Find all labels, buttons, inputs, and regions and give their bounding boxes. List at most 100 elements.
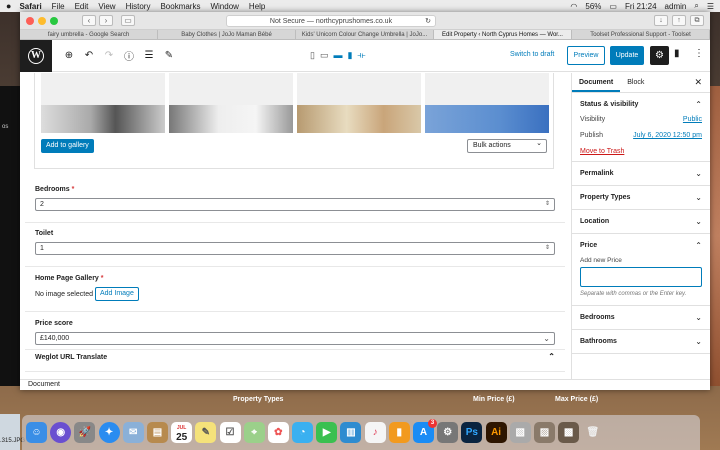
gallery-thumb[interactable]	[41, 73, 165, 133]
menu-app-name[interactable]: Safari	[19, 2, 41, 11]
add-block-icon[interactable]: ⊕	[60, 50, 78, 61]
menu-list-icon[interactable]: ☰	[707, 2, 714, 11]
location-panel[interactable]: Location ⌄	[572, 210, 710, 234]
publish-date-link[interactable]: July 6, 2020 12:50 pm	[633, 132, 702, 139]
forward-icon[interactable]: ›	[99, 15, 113, 26]
mobile-preview-icon[interactable]: ▮	[347, 50, 352, 61]
notes-icon[interactable]: ✎	[195, 422, 217, 443]
settings-gear-icon[interactable]: ⚙	[650, 46, 669, 65]
add-to-gallery-button[interactable]: Add to gallery	[41, 139, 94, 153]
price-score-select[interactable]: £140,000 ⌄	[35, 332, 555, 345]
stepper-icon[interactable]: ⇕	[545, 199, 550, 210]
add-image-button[interactable]: Add Image	[94, 287, 139, 301]
siri-icon[interactable]: ◉	[50, 422, 72, 443]
photoshop-icon[interactable]: Ps	[461, 422, 483, 443]
safari-icon[interactable]: ✦	[98, 422, 120, 443]
price-panel-title[interactable]: Price ⌃	[580, 234, 702, 257]
keynote-icon[interactable]: ▥	[340, 422, 362, 443]
books-icon[interactable]: ▮	[388, 422, 410, 443]
desktop-file-icon[interactable]: .315.JPG	[0, 414, 25, 450]
redo-icon[interactable]: ↷	[100, 50, 118, 61]
property-types-panel[interactable]: Property Types ⌄	[572, 186, 710, 210]
more-options-icon[interactable]: ⋮	[694, 48, 704, 59]
finder-icon[interactable]: ☺	[26, 422, 47, 443]
calendar-icon[interactable]: JUL 25	[171, 422, 193, 443]
close-window-icon[interactable]	[26, 16, 34, 25]
permalink-panel[interactable]: Permalink ⌄	[572, 162, 710, 186]
tab-jojo-umbrella[interactable]: Kids' Unicorn Colour Change Umbrella | J…	[296, 30, 434, 39]
tab-block[interactable]: Block	[620, 73, 651, 92]
mail-icon[interactable]: ✉	[122, 422, 144, 443]
width-toggle-icon[interactable]: ⟛	[357, 50, 365, 61]
tabs-overview-icon[interactable]: ⧉	[690, 15, 704, 26]
launchpad-icon[interactable]: 🚀	[74, 422, 96, 443]
sidebar-toggle-icon[interactable]: ▭	[121, 15, 135, 26]
zoom-window-icon[interactable]	[50, 16, 58, 25]
back-icon[interactable]: ‹	[82, 15, 96, 26]
undo-icon[interactable]: ↶	[80, 50, 98, 61]
download-icon[interactable]: ↓	[654, 15, 668, 26]
maps-icon[interactable]: ⌖	[243, 422, 265, 443]
search-icon[interactable]: ⌕	[694, 1, 698, 11]
visibility-link[interactable]: Public	[683, 116, 702, 123]
reload-icon[interactable]: ↻	[425, 16, 431, 27]
tab-document[interactable]: Document	[572, 73, 621, 92]
menu-file[interactable]: File	[52, 2, 65, 11]
bedrooms-input[interactable]: 2 ⇕	[35, 198, 555, 211]
preview-app-icon[interactable]: ▧	[509, 422, 531, 443]
switch-to-draft-link[interactable]: Switch to draft	[510, 51, 554, 58]
preview-button[interactable]: Preview	[567, 46, 605, 65]
tab-edit-property[interactable]: Edit Property ‹ North Cyprus Homes — Wor…	[434, 30, 572, 39]
menu-window[interactable]: Window	[210, 2, 238, 11]
move-to-trash-link[interactable]: Move to Trash	[580, 148, 702, 155]
trash-icon[interactable]: 🗑	[582, 422, 603, 443]
illustrator-icon[interactable]: Ai	[485, 422, 507, 443]
gallery-thumb[interactable]	[169, 73, 293, 133]
stepper-icon[interactable]: ⇕	[545, 243, 550, 254]
app-store-icon[interactable]: A3	[413, 419, 437, 443]
recent-photo-icon[interactable]: ▨	[533, 422, 555, 443]
chevron-up-icon[interactable]: ⌃	[548, 352, 555, 361]
contacts-icon[interactable]: ▤	[146, 422, 168, 443]
monitor-preview-icon[interactable]: ▬	[333, 50, 342, 61]
close-icon[interactable]: ✕	[694, 77, 702, 88]
address-bar[interactable]: Not Secure — northcyprushomes.co.uk ↻	[226, 15, 436, 27]
menu-history[interactable]: History	[126, 2, 151, 11]
update-button[interactable]: Update	[610, 46, 644, 65]
bulk-actions-select[interactable]: Bulk actions	[467, 138, 547, 153]
gallery-thumb[interactable]	[425, 73, 549, 133]
toilet-input[interactable]: 1 ⇕	[35, 242, 555, 255]
clock[interactable]: Fri 21:24	[625, 2, 657, 11]
messages-icon[interactable]: ◔	[292, 422, 314, 443]
wordpress-logo-icon[interactable]: W	[20, 39, 52, 72]
chevron-down-icon[interactable]: ⌄	[695, 186, 702, 209]
price-term-input[interactable]	[580, 267, 702, 287]
desktop-preview-icon[interactable]: ▯	[310, 50, 315, 61]
plugin-icon[interactable]: ▮	[674, 48, 680, 59]
menu-edit[interactable]: Edit	[75, 2, 89, 11]
recent-folder-icon[interactable]: ▩	[558, 422, 580, 443]
tools-pen-icon[interactable]: ✎	[160, 50, 178, 61]
chevron-up-icon[interactable]: ⌃	[695, 234, 702, 257]
minimize-window-icon[interactable]	[38, 16, 46, 25]
tab-google-search[interactable]: fairy umbrella - Google Search	[20, 30, 158, 39]
chevron-down-icon[interactable]: ⌄	[695, 162, 702, 185]
weglot-panel[interactable]: Weglot URL Translate ⌃	[35, 352, 555, 361]
system-preferences-icon[interactable]: ⚙	[437, 422, 459, 443]
battery-icon[interactable]: ▭	[609, 2, 617, 11]
apple-icon[interactable]: ●	[6, 1, 11, 11]
list-view-icon[interactable]: ☰	[140, 50, 158, 61]
chevron-down-icon[interactable]: ⌄	[695, 330, 702, 353]
bathrooms-panel[interactable]: Bathrooms ⌄	[572, 330, 710, 354]
photos-icon[interactable]: ✿	[267, 422, 289, 443]
chevron-down-icon[interactable]: ⌄	[695, 306, 702, 329]
facetime-icon[interactable]: ▶	[316, 422, 338, 443]
chevron-up-icon[interactable]: ⌃	[695, 93, 702, 116]
menu-view[interactable]: View	[98, 2, 115, 11]
tablet-preview-icon[interactable]: ▭	[320, 50, 329, 61]
share-icon[interactable]: ↑	[672, 15, 686, 26]
menu-bookmarks[interactable]: Bookmarks	[160, 2, 200, 11]
tab-jojo-baby[interactable]: Baby Clothes | JoJo Maman Bébé	[158, 30, 296, 39]
music-icon[interactable]: ♪	[364, 422, 386, 443]
tab-toolset-support[interactable]: Toolset Professional Support - Toolset	[572, 30, 710, 39]
